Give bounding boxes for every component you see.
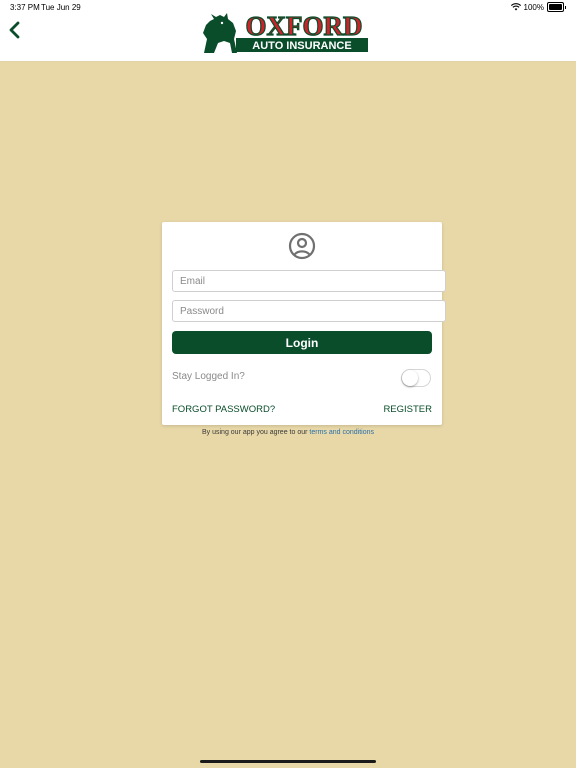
home-indicator[interactable]	[200, 760, 376, 763]
wifi-icon	[510, 3, 521, 11]
login-card: Login Stay Logged In? FORGOT PASSWORD? R…	[162, 222, 446, 425]
terms-and-conditions-link[interactable]: terms and conditions	[309, 429, 374, 436]
status-time: 3:37 PM	[10, 3, 40, 12]
login-button[interactable]: Login	[172, 331, 432, 354]
battery-percent: 100%	[523, 2, 544, 12]
app-header: 3:37 PM Tue Jun 29 100% OXFORD AUTO INSU…	[0, 0, 576, 62]
email-input[interactable]	[172, 270, 446, 292]
logo-tagline-text: AUTO INSURANCE	[252, 40, 351, 52]
stay-logged-in-toggle[interactable]	[401, 369, 431, 387]
bull-logo-icon: OXFORD AUTO INSURANCE	[203, 10, 368, 53]
status-indicators: 100%	[510, 2, 566, 12]
oxford-auto-insurance-logo: OXFORD AUTO INSURANCE	[200, 9, 372, 55]
logo-brand-text: OXFORD	[246, 11, 363, 41]
password-input[interactable]	[172, 300, 446, 322]
toggle-knob	[402, 370, 418, 386]
back-button[interactable]	[6, 19, 24, 41]
terms-prefix: By using our app you agree to our	[201, 429, 308, 436]
battery-fill	[549, 4, 562, 10]
terms-notice: By using our app you agree to our terms …	[0, 429, 576, 436]
user-circle-icon	[288, 232, 316, 260]
battery-icon	[547, 2, 566, 12]
status-date: Tue Jun 29	[41, 3, 81, 12]
chevron-left-icon	[9, 21, 20, 39]
stay-logged-in-label: Stay Logged In?	[172, 371, 245, 382]
register-link[interactable]: REGISTER	[383, 404, 432, 415]
forgot-password-link[interactable]: FORGOT PASSWORD?	[172, 404, 275, 415]
